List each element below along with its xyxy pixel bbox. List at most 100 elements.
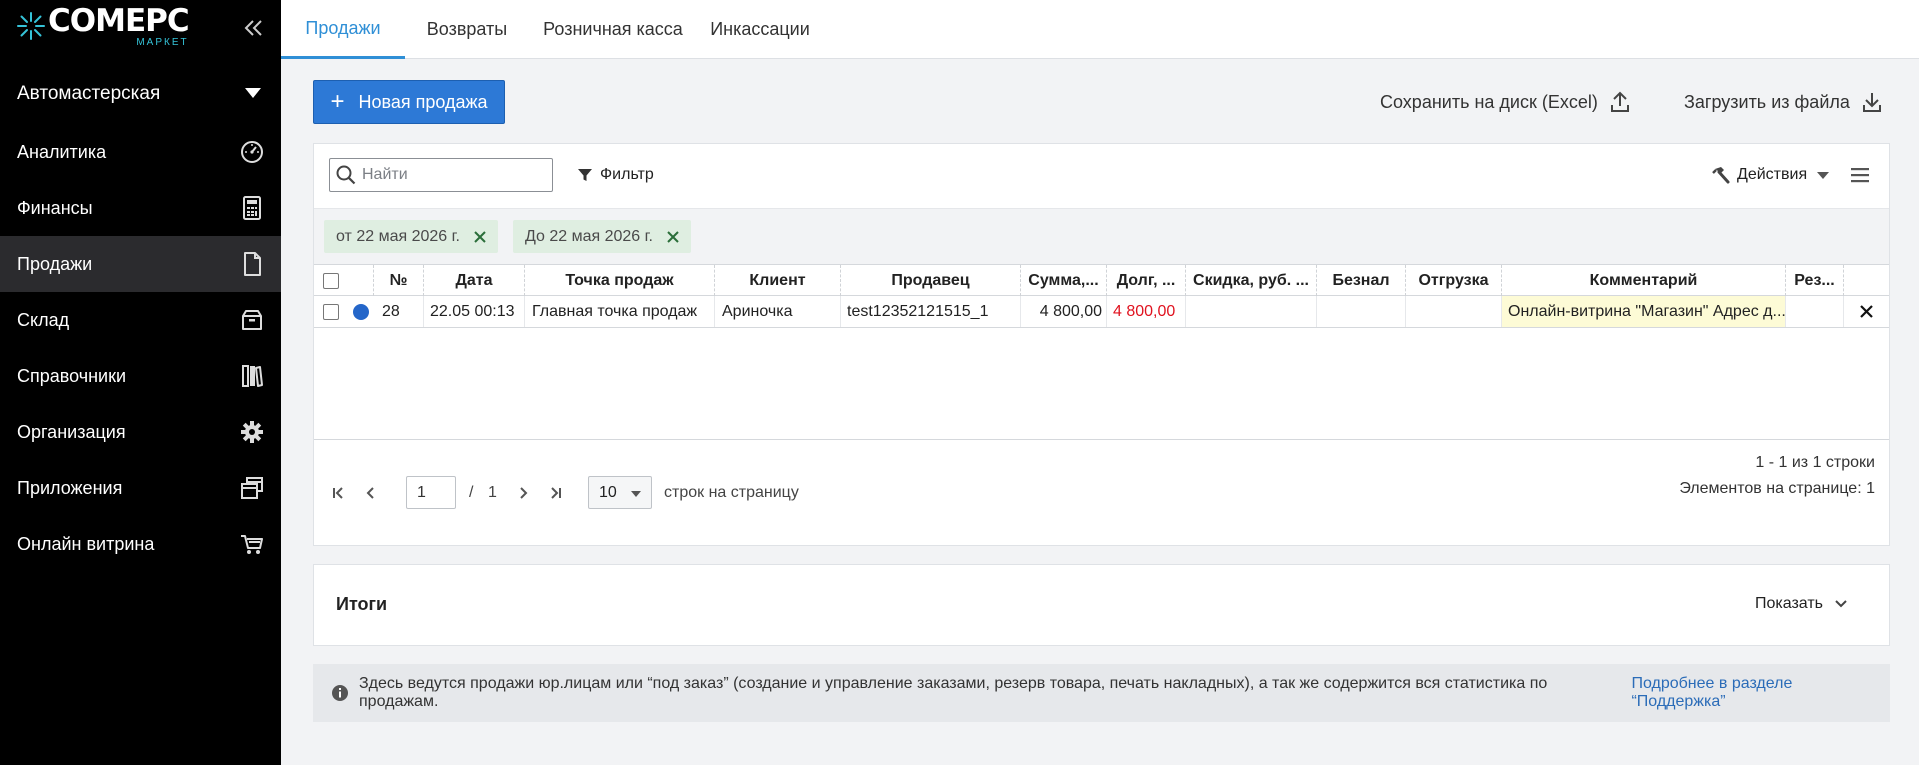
- pagination: / 1 10 строк на страницу 1 - 1 из 1 стро…: [314, 440, 1889, 546]
- column-header[interactable]: Дата: [424, 265, 525, 296]
- cell-sum: 4 800,00: [1021, 296, 1107, 327]
- actions-header: [1844, 265, 1889, 296]
- sales-table: № Дата Точка продаж Клиент Продавец Сумм…: [314, 264, 1889, 328]
- search-icon: [336, 165, 356, 185]
- caret-down-icon: [245, 88, 261, 98]
- sidebar-item-organization[interactable]: Организация: [0, 404, 281, 460]
- new-sale-button[interactable]: + Новая продажа: [313, 80, 505, 124]
- sidebar-item-warehouse[interactable]: Склад: [0, 292, 281, 348]
- status-dot: [353, 303, 369, 320]
- status-cell: [348, 296, 374, 327]
- hammer-icon: [1712, 167, 1730, 184]
- brand-subtitle: МАРКЕТ: [136, 37, 189, 48]
- sales-table-card: Фильтр Действия от 22 мая 2026 г. До 22 …: [313, 143, 1890, 546]
- filter-button[interactable]: Фильтр: [577, 162, 654, 188]
- sidebar-item-label: Справочники: [17, 365, 127, 386]
- star-burst-icon: [16, 11, 46, 41]
- chevron-right-icon: [520, 487, 528, 499]
- column-header[interactable]: Рез...: [1786, 265, 1844, 296]
- sidebar-item-directories[interactable]: Справочники: [0, 348, 281, 404]
- next-page-button[interactable]: [514, 480, 534, 506]
- cell-seller: test12352121515_1: [841, 296, 1021, 327]
- hamburger-icon: [1851, 168, 1869, 183]
- search-input[interactable]: [362, 166, 542, 184]
- row-checkbox[interactable]: [323, 303, 339, 320]
- caret-down-icon: [1817, 171, 1830, 179]
- cell-sale-point: Главная точка продаж: [525, 296, 715, 327]
- close-icon[interactable]: [1860, 305, 1873, 318]
- column-header[interactable]: Точка продаж: [525, 265, 715, 296]
- column-menu-button[interactable]: [1849, 164, 1871, 186]
- actions-dropdown[interactable]: Действия: [1711, 162, 1830, 188]
- sidebar-item-online-store[interactable]: Онлайн витрина: [0, 516, 281, 572]
- box-icon: [239, 307, 265, 333]
- column-header[interactable]: Продавец: [841, 265, 1021, 296]
- column-header[interactable]: Скидка, руб. ...: [1186, 265, 1317, 296]
- save-excel-label: Сохранить на диск (Excel): [1380, 91, 1598, 112]
- column-header[interactable]: Безнал: [1317, 265, 1406, 296]
- column-header[interactable]: Комментарий: [1502, 265, 1786, 296]
- page-number-input[interactable]: [406, 476, 456, 509]
- sidebar-item-label: Склад: [17, 309, 70, 330]
- sidebar-item-sales[interactable]: Продажи: [0, 236, 281, 292]
- sidebar-nav: Аналитика Финансы Продажи Склад Справочн…: [0, 124, 281, 572]
- page-size-select[interactable]: 10: [588, 476, 652, 509]
- table-header: № Дата Точка продаж Клиент Продавец Сумм…: [314, 264, 1889, 296]
- tab-returns[interactable]: Возвраты: [405, 0, 529, 59]
- load-file-label: Загрузить из файла: [1684, 91, 1850, 112]
- tab-sales[interactable]: Продажи: [281, 0, 405, 59]
- plus-icon: +: [330, 88, 345, 115]
- organization-selector[interactable]: Автомастерская: [0, 72, 281, 116]
- cell-comment: Онлайн-витрина "Магазин" Адрес д...: [1502, 296, 1786, 327]
- sidebar-item-label: Продажи: [17, 253, 93, 274]
- select-all-cell: [314, 265, 348, 296]
- upload-icon: [1610, 91, 1629, 112]
- column-header[interactable]: №: [374, 265, 424, 296]
- collapse-sidebar-button[interactable]: [240, 14, 268, 42]
- double-chevron-left-icon: [244, 20, 262, 36]
- row-delete-cell: [1844, 296, 1889, 327]
- close-icon[interactable]: [474, 230, 486, 243]
- gauge-icon: [239, 139, 265, 165]
- save-excel-button[interactable]: Сохранить на диск (Excel): [1380, 88, 1630, 116]
- table-row[interactable]: 28 22.05 00:13 Главная точка продаж Арин…: [314, 296, 1889, 328]
- row-select-cell: [314, 296, 348, 327]
- last-page-button[interactable]: [546, 480, 566, 506]
- caret-down-icon: [631, 491, 641, 497]
- range-text: 1 - 1 из 1 строки: [1755, 454, 1875, 471]
- info-text: Здесь ведутся продажи юр.лицам или “под …: [359, 675, 1548, 710]
- load-file-button[interactable]: Загрузить из файла: [1684, 88, 1882, 116]
- totals-title: Итоги: [336, 594, 388, 614]
- brand-logo[interactable]: COMEPC МАРКЕТ: [16, 6, 190, 56]
- sidebar-item-finance[interactable]: Финансы: [0, 180, 281, 236]
- show-totals-button[interactable]: Показать: [1755, 595, 1847, 613]
- cell-number: 28: [374, 296, 424, 327]
- filter-chip-from: от 22 мая 2026 г.: [324, 220, 498, 253]
- close-icon[interactable]: [667, 230, 679, 243]
- tab-collections[interactable]: Инкассации: [697, 0, 823, 59]
- first-page-button[interactable]: [328, 480, 348, 506]
- windows-icon: [239, 475, 265, 501]
- column-header[interactable]: Клиент: [715, 265, 841, 296]
- funnel-icon: [578, 169, 592, 181]
- sidebar-item-analytics[interactable]: Аналитика: [0, 124, 281, 180]
- last-page-icon: [551, 487, 561, 499]
- page-size-value: 10: [599, 483, 617, 501]
- books-icon: [239, 363, 265, 389]
- column-header[interactable]: Отгрузка: [1406, 265, 1502, 296]
- column-header[interactable]: Сумма,...: [1021, 265, 1107, 296]
- select-all-checkbox[interactable]: [323, 272, 339, 289]
- tab-retail-register[interactable]: Розничная касса: [529, 0, 697, 59]
- status-header: [348, 265, 374, 296]
- cell-discount: [1186, 296, 1317, 327]
- support-link[interactable]: Подробнее в разделе “Поддержка”: [1631, 675, 1890, 711]
- page-separator: /: [469, 484, 474, 501]
- cell-cashless: [1317, 296, 1406, 327]
- actions-label: Действия: [1737, 166, 1808, 183]
- sidebar-item-apps[interactable]: Приложения: [0, 460, 281, 516]
- sidebar-item-label: Приложения: [17, 477, 123, 498]
- prev-page-button[interactable]: [360, 480, 380, 506]
- filter-chip-to: До 22 мая 2026 г.: [513, 220, 691, 253]
- column-header[interactable]: Долг, ...: [1107, 265, 1186, 296]
- filter-chip-label: До 22 мая 2026 г.: [525, 227, 653, 245]
